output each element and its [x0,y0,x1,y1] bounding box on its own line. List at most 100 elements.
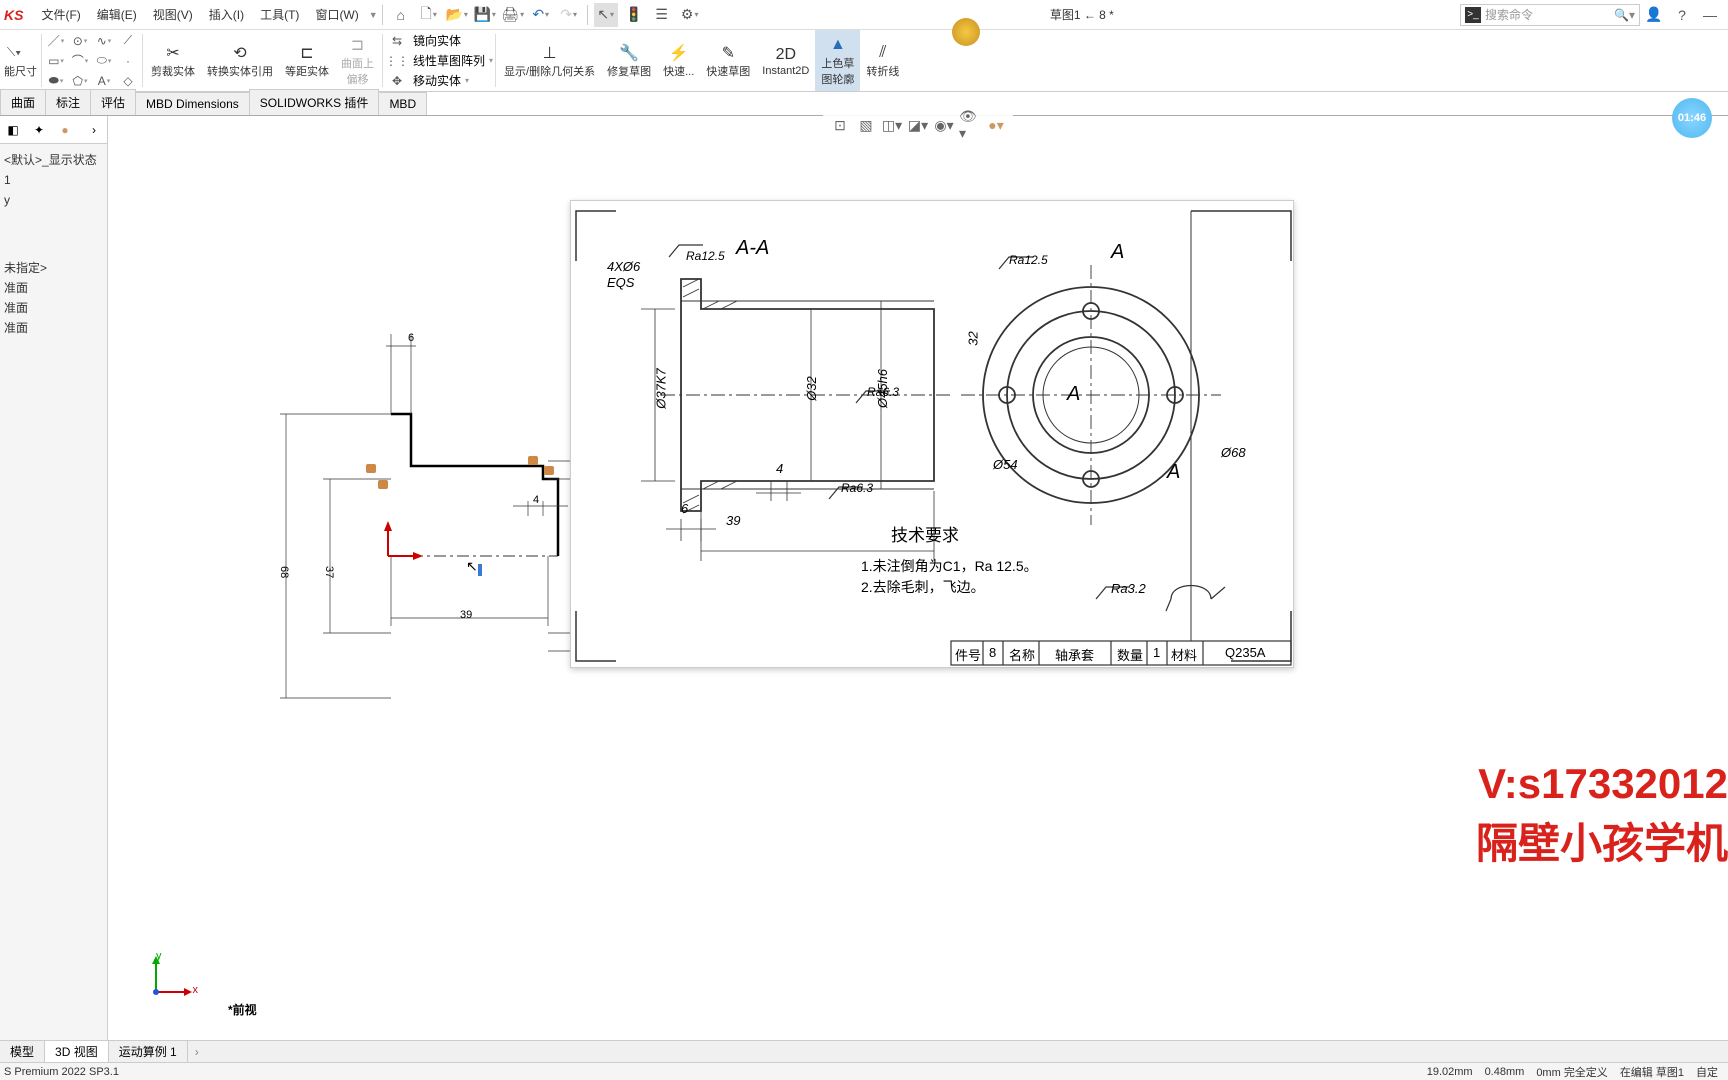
dim-68[interactable]: 68 [278,566,290,578]
view-triad[interactable]: yx [138,950,198,1010]
tree-tab-icon[interactable]: ◧ [0,118,26,142]
ref-d32: Ø32 [804,376,819,401]
ref-ra63: Ra6.3 [867,385,899,399]
tree-plane-3[interactable]: 准面 [4,318,103,338]
tab-mbd[interactable]: MBD [378,92,427,115]
heads-up-toolbar: ⊡ ▧ ◫▾ ◪▾ ◉▾ 👁▾ ●▾ [823,112,1013,138]
dim-37[interactable]: 37 [323,566,335,578]
tree-plane-1[interactable]: 准面 [4,278,103,298]
home-icon[interactable]: ⌂ [389,3,413,27]
display-state[interactable]: <默认>_显示状态 1 [4,150,103,190]
rect-icon[interactable]: ▭ [45,51,67,71]
traffic-icon[interactable]: 🚦 [622,3,646,27]
move-icon[interactable]: ✥ [386,71,408,91]
menu-more[interactable]: ▼ [369,10,378,20]
quick-sketch-button[interactable]: ✎快速草图 [700,30,756,91]
display-relations-button[interactable]: ⊥显示/删除几何关系 [498,30,601,91]
menu-edit[interactable]: 编辑(E) [89,2,145,27]
mirror-icon[interactable]: ⇆ [386,31,408,51]
open-icon[interactable]: 📂 [445,3,469,27]
text-icon[interactable]: A [93,71,115,91]
tab-mbd-dimensions[interactable]: MBD Dimensions [135,92,250,115]
search-input[interactable]: >_ 搜索命令 🔍▾ [1460,4,1640,26]
help-icon[interactable]: ? [1670,3,1694,27]
plane-icon[interactable]: ◇ [117,71,139,91]
ref-ra125: Ra12.5 [686,249,725,263]
point-icon[interactable]: · [117,51,139,71]
user-icon[interactable]: 👤 [1642,3,1666,27]
timer-badge: 01:46 [1672,98,1712,138]
trim-entities-button[interactable]: ✂剪裁实体 [145,30,201,91]
new-icon[interactable]: 🗋 [417,3,441,27]
circle-icon[interactable]: ⊙ [69,31,91,51]
tree-unspecified[interactable]: 未指定> [4,258,103,278]
tab-annotate[interactable]: 标注 [45,89,91,115]
print-icon[interactable]: 🖨 [501,3,525,27]
ellipse-icon[interactable]: ⬭ [93,51,115,71]
menu-window[interactable]: 窗口(W) [307,2,366,27]
quick-button[interactable]: ⚡快速... [657,30,700,91]
fit-icon[interactable]: ⊡ [829,114,851,136]
ref-tb-no: 件号 [955,645,981,664]
undo-icon[interactable]: ↶ [529,3,553,27]
convert-entities-button[interactable]: ⟲转换实体引用 [201,30,279,91]
line-dd-icon[interactable]: ⟍▾ [3,43,25,63]
tree-plane-2[interactable]: 准面 [4,298,103,318]
menu-file[interactable]: 文件(F) [33,2,88,27]
display-style-icon[interactable]: ◉▾ [933,114,955,136]
redo-icon[interactable]: ↷ [557,3,581,27]
bottom-tab-3dview[interactable]: 3D 视图 [45,1041,109,1062]
mirror-entities-button[interactable]: 镜向实体 [413,32,461,49]
smart-dimension-button[interactable]: 能尺寸 [2,63,39,79]
linear-pattern-button[interactable]: 线性草图阵列 [413,52,485,69]
ref-hole-spec: 4XØ6 [607,259,640,274]
status-custom: 自定 [1696,1064,1718,1080]
config-tab-icon[interactable]: ✦ [26,118,52,142]
section-icon[interactable]: ◪▾ [907,114,929,136]
edge-icon[interactable]: ⟋ [117,31,139,51]
convert-line-button[interactable]: ⫽转折线 [860,30,905,91]
status-coord-2: 0.48mm [1485,1066,1525,1078]
polygon-icon[interactable]: ⬠ [69,71,91,91]
offset-entities-button[interactable]: ⊏等距实体 [279,30,335,91]
move-entities-button[interactable]: 移动实体 [413,72,461,89]
appearance-tab-icon[interactable]: ● [52,118,78,142]
minimize-icon[interactable]: — [1698,3,1722,27]
bottom-tab-scroll-right[interactable]: › [188,1045,206,1059]
repair-sketch-button[interactable]: 🔧修复草图 [601,30,657,91]
tab-evaluate[interactable]: 评估 [90,89,136,115]
shade-sketch-button[interactable]: ▲上色草图轮廓 [815,30,860,91]
pattern-icon[interactable]: ⋮⋮ [386,51,408,71]
status-product: S Premium 2022 SP3.1 [4,1066,1421,1078]
ref-d37k7: Ø37K7 [654,368,669,408]
tab-surface[interactable]: 曲面 [0,89,46,115]
menu-insert[interactable]: 插入(I) [201,2,252,27]
menu-view[interactable]: 视图(V) [145,2,201,27]
gear-icon[interactable]: ⚙ [678,3,702,27]
instant2d-button[interactable]: 2DInstant2D [756,30,815,91]
appearance-icon[interactable]: ●▾ [985,114,1007,136]
hide-show-icon[interactable]: 👁▾ [959,114,981,136]
prev-view-icon[interactable]: ◫▾ [881,114,903,136]
dim-4[interactable]: 4 [533,494,539,506]
spline-icon[interactable]: ∿ [93,31,115,51]
zoom-area-icon[interactable]: ▧ [855,114,877,136]
dim-6[interactable]: 6 [408,332,414,344]
save-icon[interactable]: 💾 [473,3,497,27]
ref-tb-no-v: 8 [989,645,996,660]
bottom-tab-motion[interactable]: 运动算例 1 [109,1041,188,1062]
list-icon[interactable]: ☰ [650,3,674,27]
select-icon[interactable]: ↖ [594,3,618,27]
ref-eqs: EQS [607,275,634,290]
dim-39[interactable]: 39 [460,609,472,621]
feature-tree-panel[interactable]: ◧ ✦ ● › <默认>_显示状态 1 y 未指定> 准面 准面 准面 [0,116,108,1040]
more-tab-icon[interactable]: › [81,118,107,142]
tab-plugin[interactable]: SOLIDWORKS 插件 [249,89,380,115]
arc-icon[interactable]: ⌒ [69,51,91,71]
line-icon[interactable]: ／ [45,31,67,51]
slot-icon[interactable]: ⬬ [45,71,67,91]
bottom-tab-model[interactable]: 模型 [0,1041,45,1062]
menu-tools[interactable]: 工具(T) [252,2,307,27]
ref-tb-qty-v: 1 [1153,645,1160,660]
tree-y[interactable]: y [4,190,103,210]
